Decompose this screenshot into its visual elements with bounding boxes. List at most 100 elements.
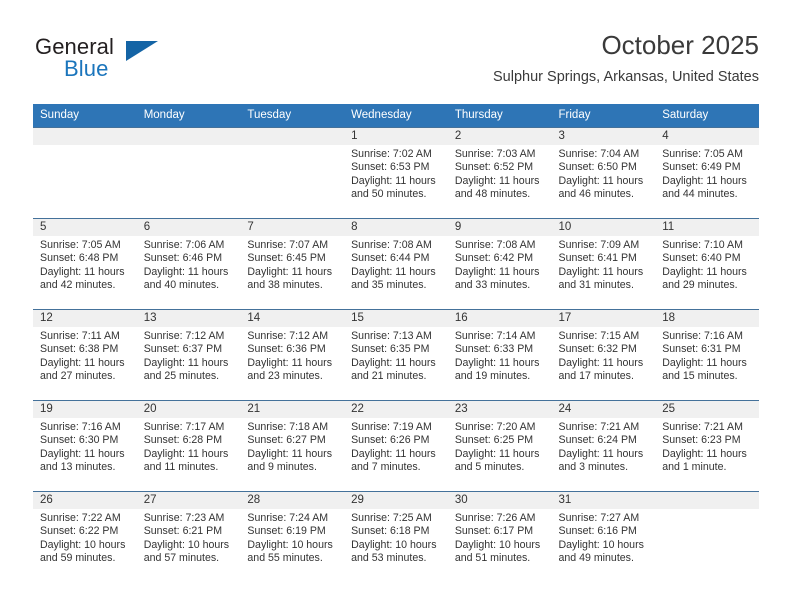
daylight-duration-line2: and 23 minutes. [247,370,323,383]
day-details: Sunrise: 7:23 AM Sunset: 6:21 PM Daylight:… [137,509,241,566]
daylight-duration-line1: Daylight: 11 hours [143,265,229,278]
sunrise-time: Sunrise: 7:17 AM [143,421,225,433]
sunset-time: Sunset: 6:37 PM [143,343,223,356]
sunrise-time: Sunrise: 7:15 AM [558,330,640,342]
daylight-duration-line2: and 25 minutes. [143,370,220,383]
calendar-day-cell[interactable]: 14 Sunrise: 7:12 AM Sunset: 6:36 PM Dayligh… [240,309,345,401]
calendar-day-cell[interactable]: 17 Sunrise: 7:15 AM Sunset: 6:32 PM Dayligh… [551,309,656,401]
day-details: Sunrise: 7:08 AM Sunset: 6:42 PM Daylight:… [448,236,552,293]
day-details: Sunrise: 7:16 AM Sunset: 6:30 PM Daylight:… [33,418,137,475]
daylight-duration-line2: and 44 minutes. [662,188,738,201]
sunrise-time: Sunrise: 7:23 AM [143,512,225,524]
daylight-duration-line1: Daylight: 11 hours [40,265,125,278]
calendar-day-cell[interactable]: 28 Sunrise: 7:24 AM Sunset: 6:19 PM Dayligh… [240,491,345,582]
day-number: 4 [655,128,759,145]
calendar-day-cell[interactable]: 13 Sunrise: 7:12 AM Sunset: 6:37 PM Dayligh… [136,309,241,401]
calendar-day-cell[interactable]: 31 Sunrise: 7:27 AM Sunset: 6:16 PM Dayligh… [551,491,656,582]
daylight-duration-line1: Daylight: 11 hours [351,447,436,460]
daylight-duration-line1: Daylight: 10 hours [40,538,126,551]
calendar-day-cell[interactable]: 26 Sunrise: 7:22 AM Sunset: 6:22 PM Dayligh… [33,491,137,582]
daylight-duration-line1: Daylight: 10 hours [454,538,541,551]
daylight-duration-line1: Daylight: 11 hours [558,447,644,460]
day-details: Sunrise: 7:15 AM Sunset: 6:32 PM Daylight:… [552,327,656,384]
day-number: 11 [655,219,759,236]
calendar-day-cell[interactable]: 2 Sunrise: 7:03 AM Sunset: 6:52 PM Daylight… [447,127,552,219]
sunset-time: Sunset: 6:28 PM [143,434,223,447]
calendar-day-cell[interactable]: 6 Sunrise: 7:06 AM Sunset: 6:46 PM Daylight… [136,218,241,310]
day-number: 30 [447,492,552,509]
calendar-day-cell[interactable]: 21 Sunrise: 7:18 AM Sunset: 6:27 PM Dayligh… [240,400,345,492]
sunrise-time: Sunrise: 7:02 AM [351,148,432,160]
calendar-day-cell[interactable]: 15 Sunrise: 7:13 AM Sunset: 6:35 PM Dayligh… [344,309,448,401]
day-number: 31 [551,492,656,509]
daylight-duration-line2: and 21 minutes. [351,370,427,383]
daylight-duration-line1: Daylight: 11 hours [454,447,540,460]
daylight-duration-line2: and 27 minutes. [40,370,116,383]
sunrise-time: Sunrise: 7:03 AM [454,148,536,160]
day-details: Sunrise: 7:18 AM Sunset: 6:27 PM Daylight:… [240,418,344,475]
calendar-day-cell[interactable]: 1 Sunrise: 7:02 AM Sunset: 6:53 PM Daylight… [344,127,448,219]
sunrise-time: Sunrise: 7:12 AM [247,330,329,342]
calendar-cell-empty [33,127,137,219]
day-number [240,128,345,145]
calendar-day-cell[interactable]: 30 Sunrise: 7:26 AM Sunset: 6:17 PM Dayligh… [447,491,552,582]
calendar-week-row: 5 Sunrise: 7:05 AM Sunset: 6:48 PM Daylight… [33,218,759,310]
sunset-time: Sunset: 6:46 PM [143,252,223,265]
calendar-page: General Blue October 2025 Sulphur Spring… [0,0,792,612]
day-number [655,492,759,509]
calendar-day-cell[interactable]: 5 Sunrise: 7:05 AM Sunset: 6:48 PM Daylight… [33,218,137,310]
sunset-time: Sunset: 6:26 PM [351,434,430,447]
day-number: 18 [655,310,759,327]
calendar-day-cell[interactable]: 12 Sunrise: 7:11 AM Sunset: 6:38 PM Dayligh… [33,309,137,401]
day-number: 8 [344,219,448,236]
day-number: 3 [551,128,656,145]
calendar-day-cell[interactable]: 24 Sunrise: 7:21 AM Sunset: 6:24 PM Dayligh… [551,400,656,492]
day-details: Sunrise: 7:11 AM Sunset: 6:38 PM Daylight:… [33,327,137,384]
sunrise-time: Sunrise: 7:06 AM [143,239,225,251]
sunrise-time: Sunrise: 7:05 AM [40,239,121,251]
calendar-day-cell[interactable]: 9 Sunrise: 7:08 AM Sunset: 6:42 PM Daylight… [447,218,552,310]
brand-logo[interactable]: General Blue [33,34,263,92]
daylight-duration-line1: Daylight: 10 hours [351,538,437,551]
sunset-time: Sunset: 6:52 PM [454,161,534,174]
calendar-day-cell[interactable]: 4 Sunrise: 7:05 AM Sunset: 6:49 PM Daylight… [655,127,759,219]
daylight-duration-line2: and 11 minutes. [143,461,219,474]
page-title: October 2025 [601,30,759,60]
calendar-day-cell[interactable]: 11 Sunrise: 7:10 AM Sunset: 6:40 PM Dayligh… [655,218,759,310]
sunrise-time: Sunrise: 7:07 AM [247,239,329,251]
calendar-day-cell[interactable]: 8 Sunrise: 7:08 AM Sunset: 6:44 PM Daylight… [344,218,448,310]
calendar-day-cell[interactable]: 20 Sunrise: 7:17 AM Sunset: 6:28 PM Dayligh… [136,400,241,492]
calendar-day-cell[interactable]: 10 Sunrise: 7:09 AM Sunset: 6:41 PM Dayligh… [551,218,656,310]
day-details: Sunrise: 7:21 AM Sunset: 6:23 PM Daylight:… [655,418,759,475]
day-details: Sunrise: 7:26 AM Sunset: 6:17 PM Daylight:… [448,509,552,566]
day-number: 9 [447,219,552,236]
calendar-day-cell[interactable]: 23 Sunrise: 7:20 AM Sunset: 6:25 PM Dayligh… [447,400,552,492]
calendar-day-cell[interactable]: 7 Sunrise: 7:07 AM Sunset: 6:45 PM Daylight… [240,218,345,310]
day-details: Sunrise: 7:19 AM Sunset: 6:26 PM Daylight:… [344,418,448,475]
calendar-day-cell[interactable]: 27 Sunrise: 7:23 AM Sunset: 6:21 PM Dayligh… [136,491,241,582]
sunrise-time: Sunrise: 7:19 AM [351,421,432,433]
daylight-duration-line1: Daylight: 11 hours [247,265,333,278]
sunrise-time: Sunrise: 7:12 AM [143,330,225,342]
daylight-duration-line1: Daylight: 11 hours [454,174,540,187]
day-details: Sunrise: 7:06 AM Sunset: 6:46 PM Daylight:… [137,236,241,293]
daylight-duration-line1: Daylight: 11 hours [454,265,540,278]
calendar-day-cell[interactable]: 22 Sunrise: 7:19 AM Sunset: 6:26 PM Dayligh… [344,400,448,492]
calendar-day-cell[interactable]: 16 Sunrise: 7:14 AM Sunset: 6:33 PM Dayligh… [447,309,552,401]
sunset-time: Sunset: 6:50 PM [558,161,637,174]
sunrise-time: Sunrise: 7:08 AM [454,239,536,251]
sunset-time: Sunset: 6:24 PM [558,434,637,447]
calendar-table: Sunday Monday Tuesday Wednesday Thursday… [33,104,759,582]
weekday-header-tuesday: Tuesday [240,104,345,128]
daylight-duration-line1: Daylight: 11 hours [351,265,436,278]
day-number: 16 [447,310,552,327]
daylight-duration-line2: and 17 minutes. [558,370,634,383]
calendar-day-cell[interactable]: 25 Sunrise: 7:21 AM Sunset: 6:23 PM Dayligh… [655,400,759,492]
calendar-day-cell[interactable]: 19 Sunrise: 7:16 AM Sunset: 6:30 PM Dayligh… [33,400,137,492]
calendar-day-cell[interactable]: 3 Sunrise: 7:04 AM Sunset: 6:50 PM Daylight… [551,127,656,219]
calendar-day-cell[interactable]: 18 Sunrise: 7:16 AM Sunset: 6:31 PM Dayligh… [655,309,759,401]
calendar-day-cell[interactable]: 29 Sunrise: 7:25 AM Sunset: 6:18 PM Dayligh… [344,491,448,582]
day-details: Sunrise: 7:21 AM Sunset: 6:24 PM Daylight:… [552,418,656,475]
sunrise-time: Sunrise: 7:27 AM [558,512,640,524]
day-number: 27 [136,492,241,509]
